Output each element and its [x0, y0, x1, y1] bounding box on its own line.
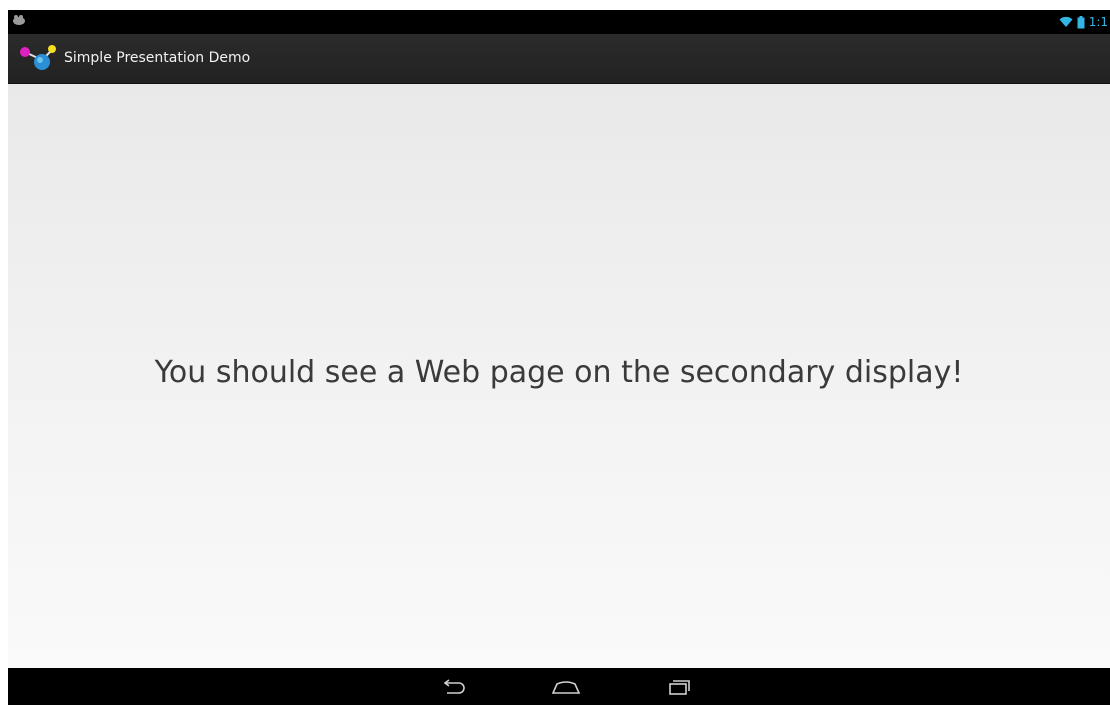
- secondary-display-message: You should see a Web page on the seconda…: [154, 355, 964, 390]
- device-screen: 1:1 Simple Presentation Demo You should …: [8, 10, 1110, 705]
- recent-apps-button[interactable]: [658, 674, 698, 700]
- notification-icon: [13, 15, 25, 25]
- wifi-icon: [1059, 16, 1073, 27]
- back-button[interactable]: [434, 674, 474, 700]
- status-time: 1:1: [1088, 15, 1108, 29]
- status-bar: 1:1: [8, 10, 1110, 34]
- navigation-bar: [8, 668, 1110, 705]
- home-button[interactable]: [546, 674, 586, 700]
- recent-apps-icon: [669, 680, 690, 695]
- app-title: Simple Presentation Demo: [64, 50, 251, 66]
- home-icon: [551, 681, 581, 694]
- status-indicators: 1:1: [1059, 13, 1108, 31]
- action-bar: Simple Presentation Demo: [8, 34, 1110, 84]
- battery-icon: [1077, 15, 1085, 28]
- back-icon: [443, 679, 465, 694]
- main-content: You should see a Web page on the seconda…: [8, 84, 1110, 668]
- app-logo-icon[interactable]: [18, 42, 58, 74]
